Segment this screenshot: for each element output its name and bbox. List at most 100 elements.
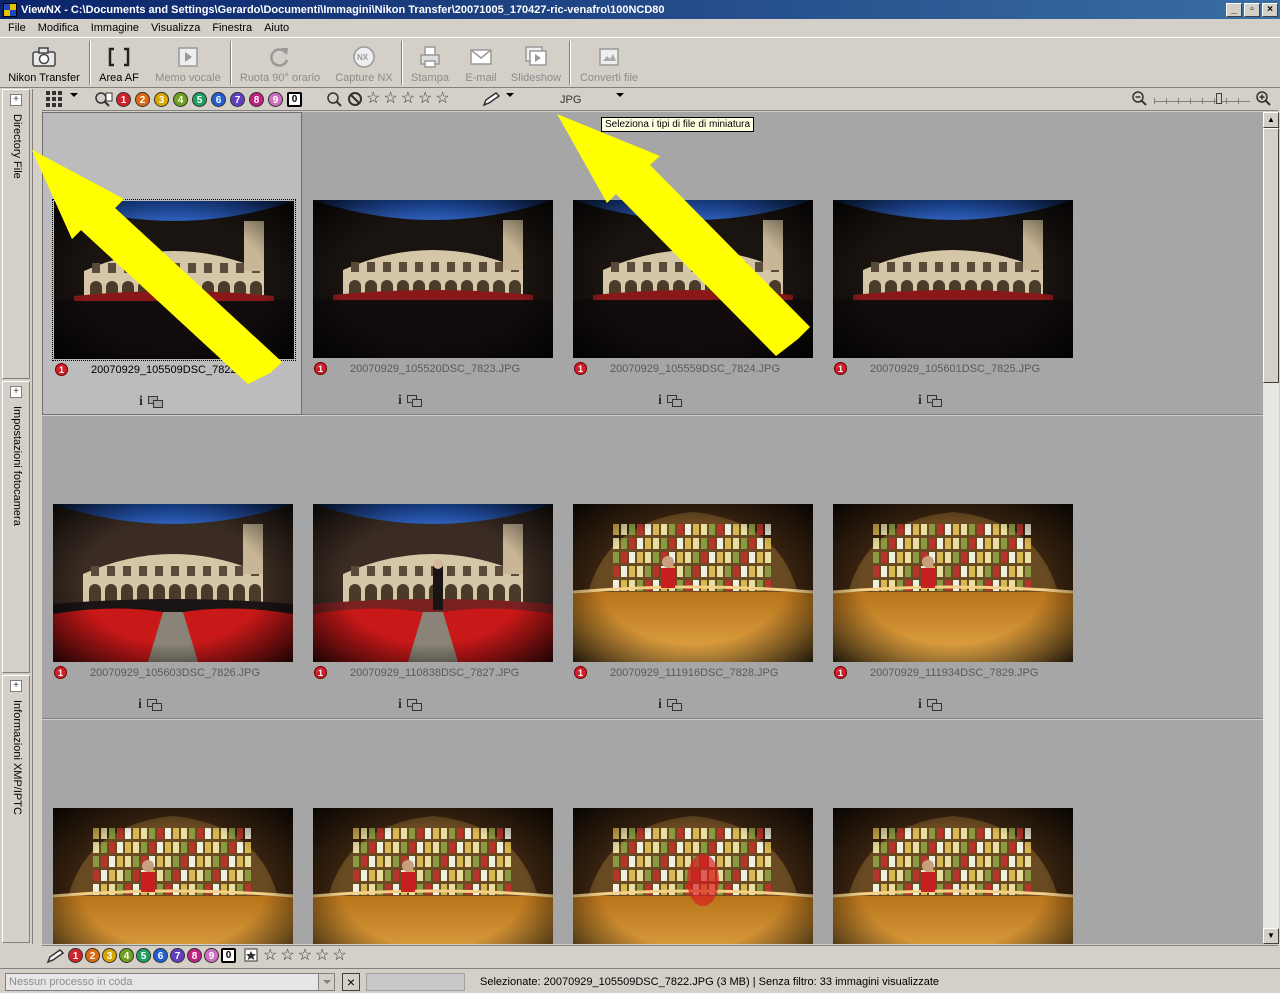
panel-informazioni-xmp[interactable]: + Informazioni XMP/IPTC <box>2 675 30 943</box>
assign-label-2[interactable]: 2 <box>85 948 100 963</box>
label-filter-0[interactable]: 0 <box>287 91 302 107</box>
info-icon[interactable]: i <box>398 697 402 713</box>
star-1-icon[interactable]: ☆ <box>366 91 380 107</box>
assign-label-1[interactable]: 1 <box>68 948 83 963</box>
scroll-up-button[interactable]: ▲ <box>1263 112 1279 128</box>
thumbnail-image[interactable] <box>53 808 293 944</box>
menu-immagine[interactable]: Immagine <box>85 22 145 34</box>
assign-star-3-icon[interactable]: ☆ <box>298 947 312 964</box>
expand-plus-icon[interactable]: + <box>10 386 22 398</box>
thumbnail-image[interactable] <box>573 808 813 944</box>
thumbnail-image[interactable] <box>833 504 1073 662</box>
thumbnail-cell[interactable]: 1 20070929_105559DSC_7824.JPG i <box>562 112 822 415</box>
label-filter-7[interactable]: 7 <box>230 91 245 107</box>
label-filter-5[interactable]: 5 <box>192 91 207 107</box>
rating-filter-icon[interactable] <box>326 91 344 107</box>
converti-file-button[interactable]: Converti file <box>578 42 640 84</box>
memo-vocale-button[interactable]: Memo vocale <box>154 42 222 84</box>
assign-label-6[interactable]: 6 <box>153 948 168 963</box>
thumbnail-cell[interactable] <box>822 720 1082 944</box>
slideshow-button[interactable]: Slideshow <box>510 42 562 84</box>
info-icon[interactable]: i <box>139 394 143 410</box>
zoom-in-icon[interactable] <box>1256 91 1272 107</box>
thumbnail-image[interactable] <box>313 504 553 662</box>
info-icon[interactable]: i <box>138 697 142 713</box>
menu-aiuto[interactable]: Aiuto <box>258 22 295 34</box>
duplicate-icon[interactable] <box>666 699 683 711</box>
menu-modifica[interactable]: Modifica <box>32 22 85 34</box>
area-af-button[interactable]: Area AF <box>97 42 141 84</box>
thumbnail-image[interactable] <box>833 200 1073 358</box>
expand-plus-icon[interactable]: + <box>10 94 22 106</box>
thumbnail-cell[interactable]: 1 20070929_111916DSC_7828.JPG i <box>562 416 822 719</box>
ruota-button[interactable]: Ruota 90° orario <box>238 42 322 84</box>
nikon-transfer-button[interactable]: Nikon Transfer <box>8 42 80 84</box>
thumbnail-image[interactable] <box>573 200 813 358</box>
panel-splitter[interactable] <box>32 89 40 944</box>
zoom-slider[interactable] <box>1154 92 1250 106</box>
label-filter-9[interactable]: 9 <box>268 91 283 107</box>
scroll-down-button[interactable]: ▼ <box>1263 928 1279 944</box>
assign-star-2-icon[interactable]: ☆ <box>280 947 294 964</box>
minimize-button[interactable]: _ <box>1226 2 1242 17</box>
tag-dropdown[interactable] <box>482 91 514 107</box>
thumbnail-image[interactable] <box>833 808 1073 944</box>
label-filter-4[interactable]: 4 <box>173 91 188 107</box>
zoom-out-icon[interactable] <box>1132 91 1148 107</box>
assign-label-7[interactable]: 7 <box>170 948 185 963</box>
info-icon[interactable]: i <box>658 393 662 409</box>
thumbnail-image[interactable] <box>313 808 553 944</box>
expand-plus-icon[interactable]: + <box>10 680 22 692</box>
assign-label-0[interactable]: 0 <box>221 948 236 963</box>
label-filter-3[interactable]: 3 <box>154 91 169 107</box>
thumbnail-grid[interactable]: 1 20070929_105509DSC_7822.JPG i 1 20070929_1… <box>42 112 1263 944</box>
info-icon[interactable]: i <box>398 393 402 409</box>
process-queue-dropdown[interactable]: Nessun processo in coda <box>5 973 335 991</box>
label-filter-6[interactable]: 6 <box>211 91 226 107</box>
assign-label-9[interactable]: 9 <box>204 948 219 963</box>
duplicate-icon[interactable] <box>406 395 423 407</box>
thumbnail-cell[interactable] <box>302 720 562 944</box>
thumbnail-image[interactable] <box>53 504 293 662</box>
star-5-icon[interactable]: ☆ <box>435 91 449 107</box>
cancel-process-button[interactable]: × <box>342 973 360 991</box>
thumbnail-cell[interactable]: 1 20070929_111934DSC_7829.JPG i <box>822 416 1082 719</box>
capture-nx-button[interactable]: NX Capture NX <box>333 42 395 84</box>
label-filter-icon[interactable] <box>94 91 114 107</box>
view-mode-dropdown[interactable] <box>46 91 78 107</box>
chevron-down-icon[interactable] <box>318 974 334 990</box>
star-2-icon[interactable]: ☆ <box>383 91 397 107</box>
menu-visualizza[interactable]: Visualizza <box>145 22 206 34</box>
scroll-thumb[interactable] <box>1263 128 1279 383</box>
close-button[interactable]: × <box>1262 2 1278 17</box>
thumbnail-image[interactable] <box>573 504 813 662</box>
thumbnail-cell[interactable] <box>562 720 822 944</box>
duplicate-icon[interactable] <box>406 699 423 711</box>
duplicate-icon[interactable] <box>147 396 164 408</box>
thumbnail-image[interactable] <box>313 200 553 358</box>
star-4-icon[interactable]: ☆ <box>418 91 432 107</box>
assign-star-1-icon[interactable]: ☆ <box>263 947 277 964</box>
label-filter-1[interactable]: 1 <box>116 91 131 107</box>
file-type-dropdown[interactable]: JPG <box>526 91 626 109</box>
info-icon[interactable]: i <box>658 697 662 713</box>
thumbnail-cell[interactable]: 1 20070929_105603DSC_7826.JPG i <box>42 416 302 719</box>
assign-star-4-icon[interactable]: ☆ <box>315 947 329 964</box>
menu-file[interactable]: File <box>2 22 32 34</box>
label-filter-8[interactable]: 8 <box>249 91 264 107</box>
assign-label-4[interactable]: 4 <box>119 948 134 963</box>
duplicate-icon[interactable] <box>666 395 683 407</box>
thumbnail-cell[interactable]: 1 20070929_105520DSC_7823.JPG i <box>302 112 562 415</box>
duplicate-icon[interactable] <box>926 395 943 407</box>
thumbnail-cell[interactable] <box>42 720 302 944</box>
assign-label-8[interactable]: 8 <box>187 948 202 963</box>
email-button[interactable]: E-mail <box>463 42 499 84</box>
thumbnail-cell[interactable]: 1 20070929_105601DSC_7825.JPG i <box>822 112 1082 415</box>
thumbnail-cell[interactable]: 1 20070929_105509DSC_7822.JPG i <box>42 112 302 415</box>
menu-finestra[interactable]: Finestra <box>206 22 258 34</box>
duplicate-icon[interactable] <box>146 699 163 711</box>
thumbnail-image[interactable] <box>52 199 296 361</box>
no-rating-icon[interactable] <box>347 91 363 107</box>
panel-impostazioni-fotocamera[interactable]: + Impostazioni fotocamera <box>2 381 30 673</box>
label-filter-2[interactable]: 2 <box>135 91 150 107</box>
